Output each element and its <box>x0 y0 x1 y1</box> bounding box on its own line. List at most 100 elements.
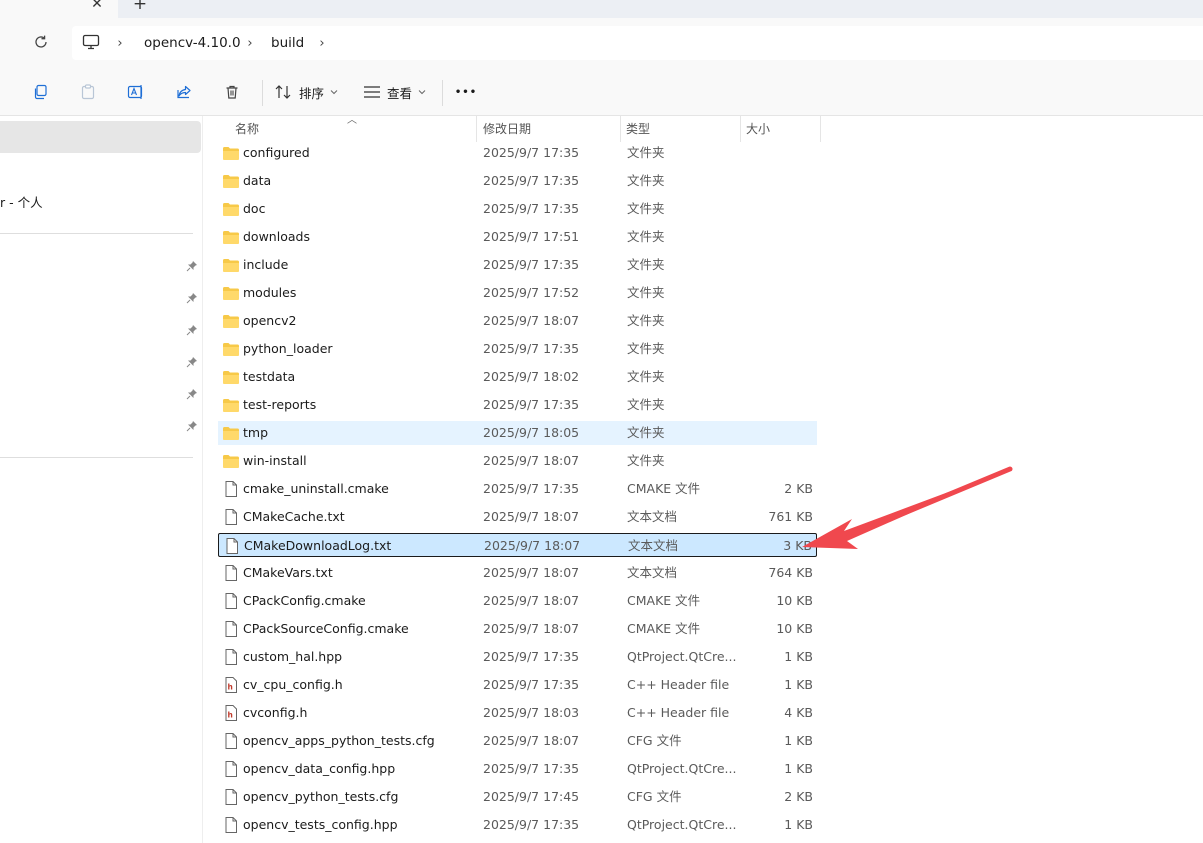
pin-icon[interactable] <box>185 419 199 433</box>
sort-ascending-icon: ︿ <box>347 115 357 126</box>
file-row[interactable]: modules 2025/9/7 17:52 文件夹 <box>218 281 817 305</box>
file-modified-date: 2025/9/7 17:45 <box>483 789 580 804</box>
pin-icon[interactable] <box>185 355 199 369</box>
document-icon <box>222 481 240 497</box>
file-modified-date: 2025/9/7 18:07 <box>483 593 580 608</box>
sort-icon <box>275 85 291 99</box>
file-type: CMAKE 文件 <box>627 481 701 496</box>
file-name: cv_cpu_config.h <box>243 677 343 692</box>
column-header-size[interactable]: 大小 <box>746 120 770 138</box>
share-icon[interactable] <box>173 81 195 103</box>
column-header-name[interactable]: 名称 <box>235 120 259 138</box>
pin-icon[interactable] <box>185 291 199 305</box>
file-name: CMakeDownloadLog.txt <box>244 538 392 553</box>
file-modified-date: 2025/9/7 17:35 <box>483 341 580 356</box>
tab-close-icon[interactable]: ✕ <box>86 0 108 14</box>
this-pc-icon[interactable] <box>82 34 102 52</box>
breadcrumb-opencv[interactable]: opencv-4.10.0 <box>144 34 241 52</box>
column-separator[interactable] <box>620 116 621 142</box>
copy-icon[interactable] <box>29 81 51 103</box>
file-size: 1 KB <box>784 761 813 776</box>
breadcrumb-separator-icon[interactable]: › <box>114 35 126 51</box>
file-row[interactable]: h cv_cpu_config.h 2025/9/7 17:35 C++ Header… <box>218 673 817 697</box>
file-row[interactable]: opencv_data_config.hpp 2025/9/7 17:35 QtPr… <box>218 757 817 781</box>
file-name: data <box>243 173 272 188</box>
file-row[interactable]: CPackSourceConfig.cmake 2025/9/7 18:07 CMA… <box>218 617 817 641</box>
file-name: opencv_tests_config.hpp <box>243 817 398 832</box>
folder-icon <box>222 257 240 273</box>
paste-icon[interactable] <box>77 81 99 103</box>
file-size: 761 KB <box>768 509 813 524</box>
file-row[interactable]: CMakeDownloadLog.txt 2025/9/7 18:07 文本文档 3 … <box>218 533 817 557</box>
file-row[interactable]: cmake_uninstall.cmake 2025/9/7 17:35 CMAKE… <box>218 477 817 501</box>
file-row[interactable]: configured 2025/9/7 17:35 文件夹 <box>218 141 817 165</box>
file-row[interactable]: opencv_python_tests.cfg 2025/9/7 17:45 CFG… <box>218 785 817 809</box>
file-type: CFG 文件 <box>627 733 682 748</box>
file-row[interactable]: custom_hal.hpp 2025/9/7 17:35 QtProject.Qt… <box>218 645 817 669</box>
pin-icon[interactable] <box>185 387 199 401</box>
address-field[interactable]: › opencv-4.10.0 › build › <box>72 26 1203 60</box>
file-row[interactable]: opencv_tests_config.hpp 2025/9/7 17:35 QtP… <box>218 813 817 837</box>
column-header-type[interactable]: 类型 <box>626 120 650 138</box>
file-type: 文件夹 <box>627 397 665 412</box>
file-size: 3 KB <box>783 538 812 553</box>
file-row[interactable]: h cvconfig.h 2025/9/7 18:03 C++ Header file… <box>218 701 817 725</box>
file-modified-date: 2025/9/7 18:07 <box>483 509 580 524</box>
file-row[interactable]: data 2025/9/7 17:35 文件夹 <box>218 169 817 193</box>
new-tab-icon[interactable]: + <box>128 0 152 15</box>
file-size <box>743 452 813 470</box>
rename-icon[interactable] <box>125 81 147 103</box>
breadcrumb-build[interactable]: build <box>271 34 304 52</box>
file-modified-date: 2025/9/7 17:52 <box>483 285 580 300</box>
file-name: CMakeCache.txt <box>243 509 345 524</box>
file-row[interactable]: doc 2025/9/7 17:35 文件夹 <box>218 197 817 221</box>
breadcrumb-separator-icon[interactable]: › <box>316 35 328 51</box>
file-row[interactable]: downloads 2025/9/7 17:51 文件夹 <box>218 225 817 249</box>
file-row[interactable]: python_loader 2025/9/7 17:35 文件夹 <box>218 337 817 361</box>
file-row[interactable]: test-reports 2025/9/7 17:35 文件夹 <box>218 393 817 417</box>
file-name: custom_hal.hpp <box>243 649 343 664</box>
file-row[interactable]: include 2025/9/7 17:35 文件夹 <box>218 253 817 277</box>
sort-button[interactable]: 排序 <box>275 79 338 105</box>
file-modified-date: 2025/9/7 18:02 <box>483 369 580 384</box>
file-row[interactable]: win-install 2025/9/7 18:07 文件夹 <box>218 449 817 473</box>
more-options-icon[interactable]: ••• <box>454 80 478 104</box>
file-name: win-install <box>243 453 307 468</box>
file-name: tmp <box>243 425 269 440</box>
refresh-icon[interactable] <box>30 31 52 53</box>
nav-selected-item[interactable] <box>0 121 201 153</box>
nav-item-personal[interactable]: r - 个人 <box>0 192 43 211</box>
view-button[interactable]: 查看 <box>363 79 426 105</box>
file-type: 文本文档 <box>628 538 679 553</box>
file-name: configured <box>243 145 310 160</box>
file-row[interactable]: CMakeVars.txt 2025/9/7 18:07 文本文档 764 KB <box>218 561 817 585</box>
file-size <box>743 200 813 218</box>
folder-icon <box>222 453 240 469</box>
tab-strip: ✕ + <box>0 0 1203 18</box>
file-modified-date: 2025/9/7 18:07 <box>483 565 580 580</box>
folder-icon <box>222 313 240 329</box>
file-type: 文件夹 <box>627 173 665 188</box>
file-type: 文件夹 <box>627 341 665 356</box>
file-name: test-reports <box>243 397 317 412</box>
file-size <box>743 368 813 386</box>
delete-icon[interactable] <box>221 81 243 103</box>
column-separator[interactable] <box>476 116 477 142</box>
file-row[interactable]: testdata 2025/9/7 18:02 文件夹 <box>218 365 817 389</box>
file-size: 4 KB <box>784 705 813 720</box>
file-row[interactable]: opencv2 2025/9/7 18:07 文件夹 <box>218 309 817 333</box>
breadcrumb-separator-icon[interactable]: › <box>244 35 256 51</box>
column-separator[interactable] <box>740 116 741 142</box>
toolbar-divider <box>262 80 263 106</box>
file-name: CMakeVars.txt <box>243 565 333 580</box>
file-row[interactable]: CMakeCache.txt 2025/9/7 18:07 文本文档 761 KB <box>218 505 817 529</box>
file-row[interactable]: opencv_apps_python_tests.cfg 2025/9/7 18:… <box>218 729 817 753</box>
column-header-modified[interactable]: 修改日期 <box>483 120 531 138</box>
file-modified-date: 2025/9/7 17:35 <box>483 677 580 692</box>
column-separator[interactable] <box>820 116 821 142</box>
pin-icon[interactable] <box>185 259 199 273</box>
pin-icon[interactable] <box>185 323 199 337</box>
file-row[interactable]: CPackConfig.cmake 2025/9/7 18:07 CMAKE 文件 1… <box>218 589 817 613</box>
active-tab[interactable]: ✕ <box>0 0 118 18</box>
file-row[interactable]: tmp 2025/9/7 18:05 文件夹 <box>218 421 817 445</box>
